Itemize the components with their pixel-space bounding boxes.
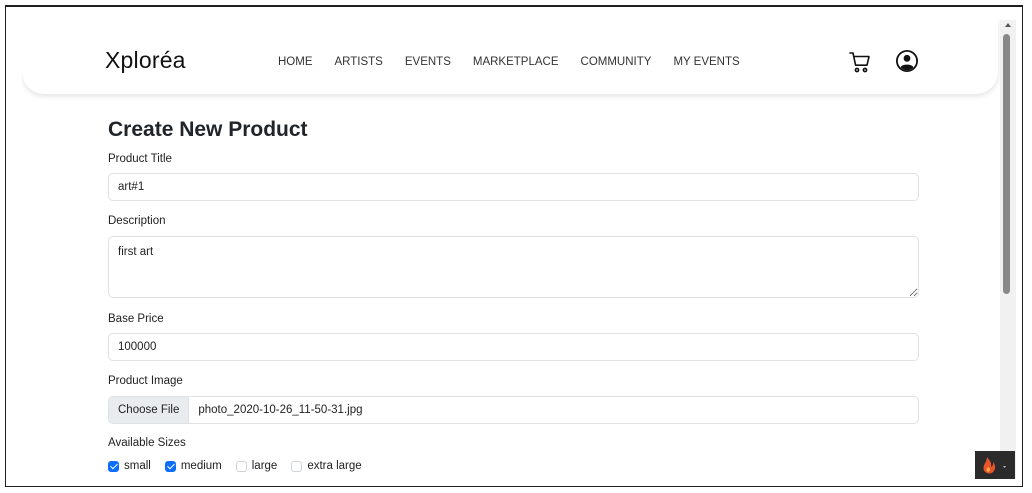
size-small-checkbox[interactable] bbox=[108, 460, 119, 472]
file-name-text: photo_2020-10-26_11-50-31.jpg bbox=[198, 404, 363, 416]
product-image-file-input: Choose File photo_2020-10-26_11-50-31.jp… bbox=[108, 396, 919, 424]
choose-file-button[interactable]: Choose File bbox=[109, 397, 190, 423]
available-sizes-label: Available Sizes bbox=[108, 437, 186, 449]
page-title: Create New Product bbox=[108, 118, 308, 141]
nav-link-community[interactable]: COMMUNITY bbox=[581, 56, 652, 68]
nav-link-my-events[interactable]: MY EVENTS bbox=[673, 56, 739, 68]
brand-logo[interactable]: Xploréa bbox=[105, 47, 186, 74]
description-label: Description bbox=[108, 215, 166, 227]
base-price-input[interactable] bbox=[108, 333, 919, 361]
nav-links: HOME ARTISTS EVENTS MARKETPLACE COMMUNIT… bbox=[278, 56, 762, 68]
page-scrollbar[interactable] bbox=[1000, 20, 1016, 479]
user-circle-icon[interactable] bbox=[895, 49, 919, 73]
flame-widget[interactable] bbox=[975, 451, 1015, 479]
page-viewport: Xploréa HOME ARTISTS EVENTS MARKETPLACE … bbox=[22, 19, 1000, 479]
nav-link-artists[interactable]: ARTISTS bbox=[335, 56, 383, 68]
size-large-checkbox[interactable] bbox=[235, 460, 247, 472]
scroll-thumb[interactable] bbox=[1003, 34, 1010, 294]
description-textarea[interactable]: first art bbox=[108, 236, 919, 298]
nav-link-home[interactable]: HOME bbox=[278, 56, 313, 68]
flame-icon bbox=[983, 457, 1006, 474]
nav-link-marketplace[interactable]: MARKETPLACE bbox=[473, 56, 559, 68]
size-medium-label[interactable]: medium bbox=[181, 460, 222, 472]
base-price-label: Base Price bbox=[108, 313, 164, 325]
nav-link-events[interactable]: EVENTS bbox=[405, 56, 451, 68]
size-large-label[interactable]: large bbox=[252, 460, 278, 472]
size-medium-checkbox[interactable] bbox=[164, 460, 176, 472]
product-title-label: Product Title bbox=[108, 153, 172, 165]
size-extra-large-label[interactable]: extra large bbox=[307, 460, 361, 472]
size-small-label[interactable]: small bbox=[124, 460, 151, 472]
size-extra-large-checkbox[interactable] bbox=[291, 460, 303, 472]
top-navbar: Xploréa HOME ARTISTS EVENTS MARKETPLACE … bbox=[22, 19, 998, 94]
scroll-up-arrow-icon[interactable] bbox=[1005, 23, 1011, 27]
product-image-label: Product Image bbox=[108, 375, 183, 387]
product-title-input[interactable] bbox=[108, 173, 919, 201]
size-options: small medium large extra large bbox=[108, 460, 376, 472]
cart-icon[interactable] bbox=[848, 50, 872, 74]
